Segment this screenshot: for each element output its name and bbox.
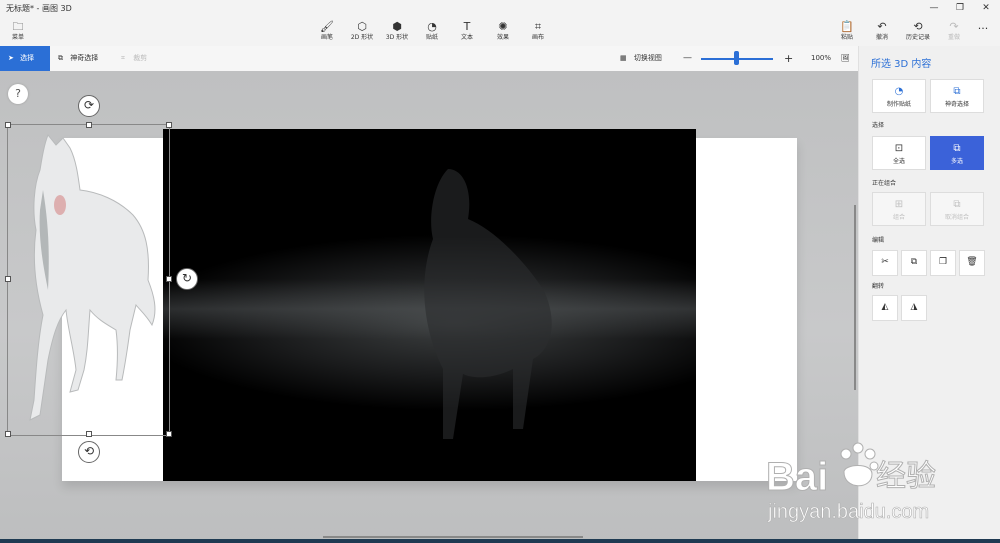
more-button[interactable]: ···	[963, 22, 1000, 48]
minimize-button[interactable]: —	[924, 1, 944, 15]
tool-brush-button[interactable]: 🖌 画笔	[307, 20, 347, 46]
panel-title: 所选 3D 内容	[871, 59, 932, 70]
group-button[interactable]: ⊞ 组合	[872, 192, 926, 226]
selection-toolbar: ➤ 选择 ⧉ 神奇选择 ⌗ 裁剪 ▦ 切换视图 — + 100% 🖼	[0, 46, 858, 72]
rotate-z-handle[interactable]: ⟳	[78, 95, 100, 117]
text-icon: T	[463, 20, 471, 33]
resize-handle-top[interactable]	[86, 122, 92, 128]
tool-effects-button[interactable]: ✺ 效果	[483, 20, 523, 46]
resize-handle-top-left[interactable]	[5, 122, 11, 128]
watermark-brand-cn: 经验	[876, 459, 936, 494]
copy-icon: ⧉	[910, 257, 918, 267]
copy-button[interactable]: ⧉	[901, 250, 927, 276]
cursor-icon: ➤	[8, 54, 14, 62]
magic-select-button[interactable]: ⧉ 神奇选择	[58, 46, 98, 71]
help-button[interactable]: ?	[8, 84, 28, 104]
effects-icon: ✺	[498, 20, 508, 33]
select-tool-button[interactable]: ➤ 选择	[0, 46, 50, 71]
paste-icon: ❐	[938, 257, 948, 267]
section-edit-label: 编辑	[872, 237, 885, 244]
delete-button[interactable]: 🗑	[959, 250, 985, 276]
resize-handle-left[interactable]	[5, 276, 11, 282]
history-icon: ⟲	[913, 20, 923, 33]
trash-icon: 🗑	[966, 257, 978, 267]
zoom-out-button[interactable]: —	[683, 46, 692, 71]
panel-magic-select-button[interactable]: ⧉ 神奇选择	[930, 79, 984, 113]
section-flip-label: 翻转	[872, 283, 885, 290]
rotate-x-handle[interactable]: ⟲	[78, 441, 100, 463]
zoom-in-button[interactable]: +	[784, 46, 793, 71]
ungroup-button[interactable]: ⧉ 取消组合	[930, 192, 984, 226]
magic-select-icon: ⧉	[58, 54, 63, 62]
shapes-2d-icon: ⬡	[357, 20, 367, 33]
paste-icon: 📋	[840, 20, 854, 33]
select-all-button[interactable]: ⊡ 全选	[872, 136, 926, 170]
canvas-icon: ⌗	[534, 20, 542, 33]
selection-box[interactable]	[7, 124, 170, 436]
history-button[interactable]: ⟲ 历史记录	[898, 20, 938, 46]
resize-handle-bottom[interactable]	[86, 431, 92, 437]
select-all-icon: ⊡	[894, 143, 904, 154]
paste-panel-button[interactable]: ❐	[930, 250, 956, 276]
dark-horse-silhouette	[424, 169, 552, 439]
group-icon: ⊞	[894, 199, 904, 210]
maximize-button[interactable]: ❐	[950, 1, 970, 15]
vertical-scrollbar[interactable]	[854, 205, 856, 390]
flip-horizontal-icon: ◭	[881, 302, 889, 312]
tool-2d-shapes-button[interactable]: ⬡ 2D 形状	[342, 20, 382, 46]
resize-handle-top-right[interactable]	[166, 122, 172, 128]
shapes-3d-icon: ⬢	[392, 20, 402, 33]
tool-canvas-button[interactable]: ⌗ 画布	[518, 20, 558, 46]
menu-button[interactable]: 🗀 菜单	[0, 20, 38, 46]
undo-icon: ↶	[877, 20, 887, 33]
multi-select-button[interactable]: ⧉ 多选	[930, 136, 984, 170]
section-group-label: 正在组合	[872, 180, 897, 187]
baidu-jingyan-watermark: Bai 经验 jingyan.baidu.com	[766, 442, 937, 523]
grid-icon: ▦	[620, 54, 627, 62]
tool-text-button[interactable]: T 文本	[447, 20, 487, 46]
section-select-label: 选择	[872, 122, 885, 129]
taskbar	[0, 539, 1000, 543]
tool-3d-shapes-button[interactable]: ⬢ 3D 形状	[377, 20, 417, 46]
image-view-icon[interactable]: 🖼	[841, 46, 850, 71]
undo-button[interactable]: ↶ 撤消	[862, 20, 902, 46]
brush-icon: 🖌	[320, 20, 334, 33]
flip-vertical-button[interactable]: ◮	[901, 295, 927, 321]
crop-button[interactable]: ⌗ 裁剪	[121, 46, 147, 71]
flip-horizontal-button[interactable]: ◭	[872, 295, 898, 321]
title-bar: 无标题* - 画图 3D — ❐ ✕ 🗀 菜单 🖌 画笔 ⬡ 2D 形状 ⬢ 3…	[0, 0, 1000, 46]
watermark-url: jingyan.baidu.com	[767, 501, 929, 523]
make-sticker-button[interactable]: ◔ 制作贴纸	[872, 79, 926, 113]
paw-logo-icon	[840, 442, 879, 487]
background-image[interactable]	[163, 129, 696, 481]
cut-icon: ✂	[881, 257, 889, 267]
zoom-slider-thumb[interactable]	[734, 51, 739, 65]
magic-select-icon: ⧉	[953, 86, 961, 97]
rotate-y-handle[interactable]: ↻	[176, 268, 198, 290]
folder-icon: 🗀	[12, 20, 24, 33]
zoom-level: 100%	[811, 54, 832, 62]
window-title: 无标题* - 画图 3D	[6, 4, 72, 13]
ungroup-icon: ⧉	[953, 199, 961, 210]
cut-button[interactable]: ✂	[872, 250, 898, 276]
sticker-icon: ◔	[427, 20, 437, 33]
watermark-brand: Bai	[766, 455, 828, 499]
crop-icon: ⌗	[121, 54, 125, 62]
paste-button[interactable]: 📋 粘贴	[827, 20, 867, 46]
toggle-view-button[interactable]: ▦ 切换视图	[620, 46, 662, 71]
tool-sticker-button[interactable]: ◔ 贴纸	[412, 20, 452, 46]
multi-select-icon: ⧉	[953, 143, 961, 154]
flip-vertical-icon: ◮	[910, 302, 918, 312]
resize-handle-bottom-right[interactable]	[166, 431, 172, 437]
sticker-icon: ◔	[894, 86, 904, 97]
resize-handle-right[interactable]	[166, 276, 172, 282]
resize-handle-bottom-left[interactable]	[5, 431, 11, 437]
close-button[interactable]: ✕	[976, 1, 996, 15]
horizontal-scrollbar[interactable]	[323, 536, 583, 538]
